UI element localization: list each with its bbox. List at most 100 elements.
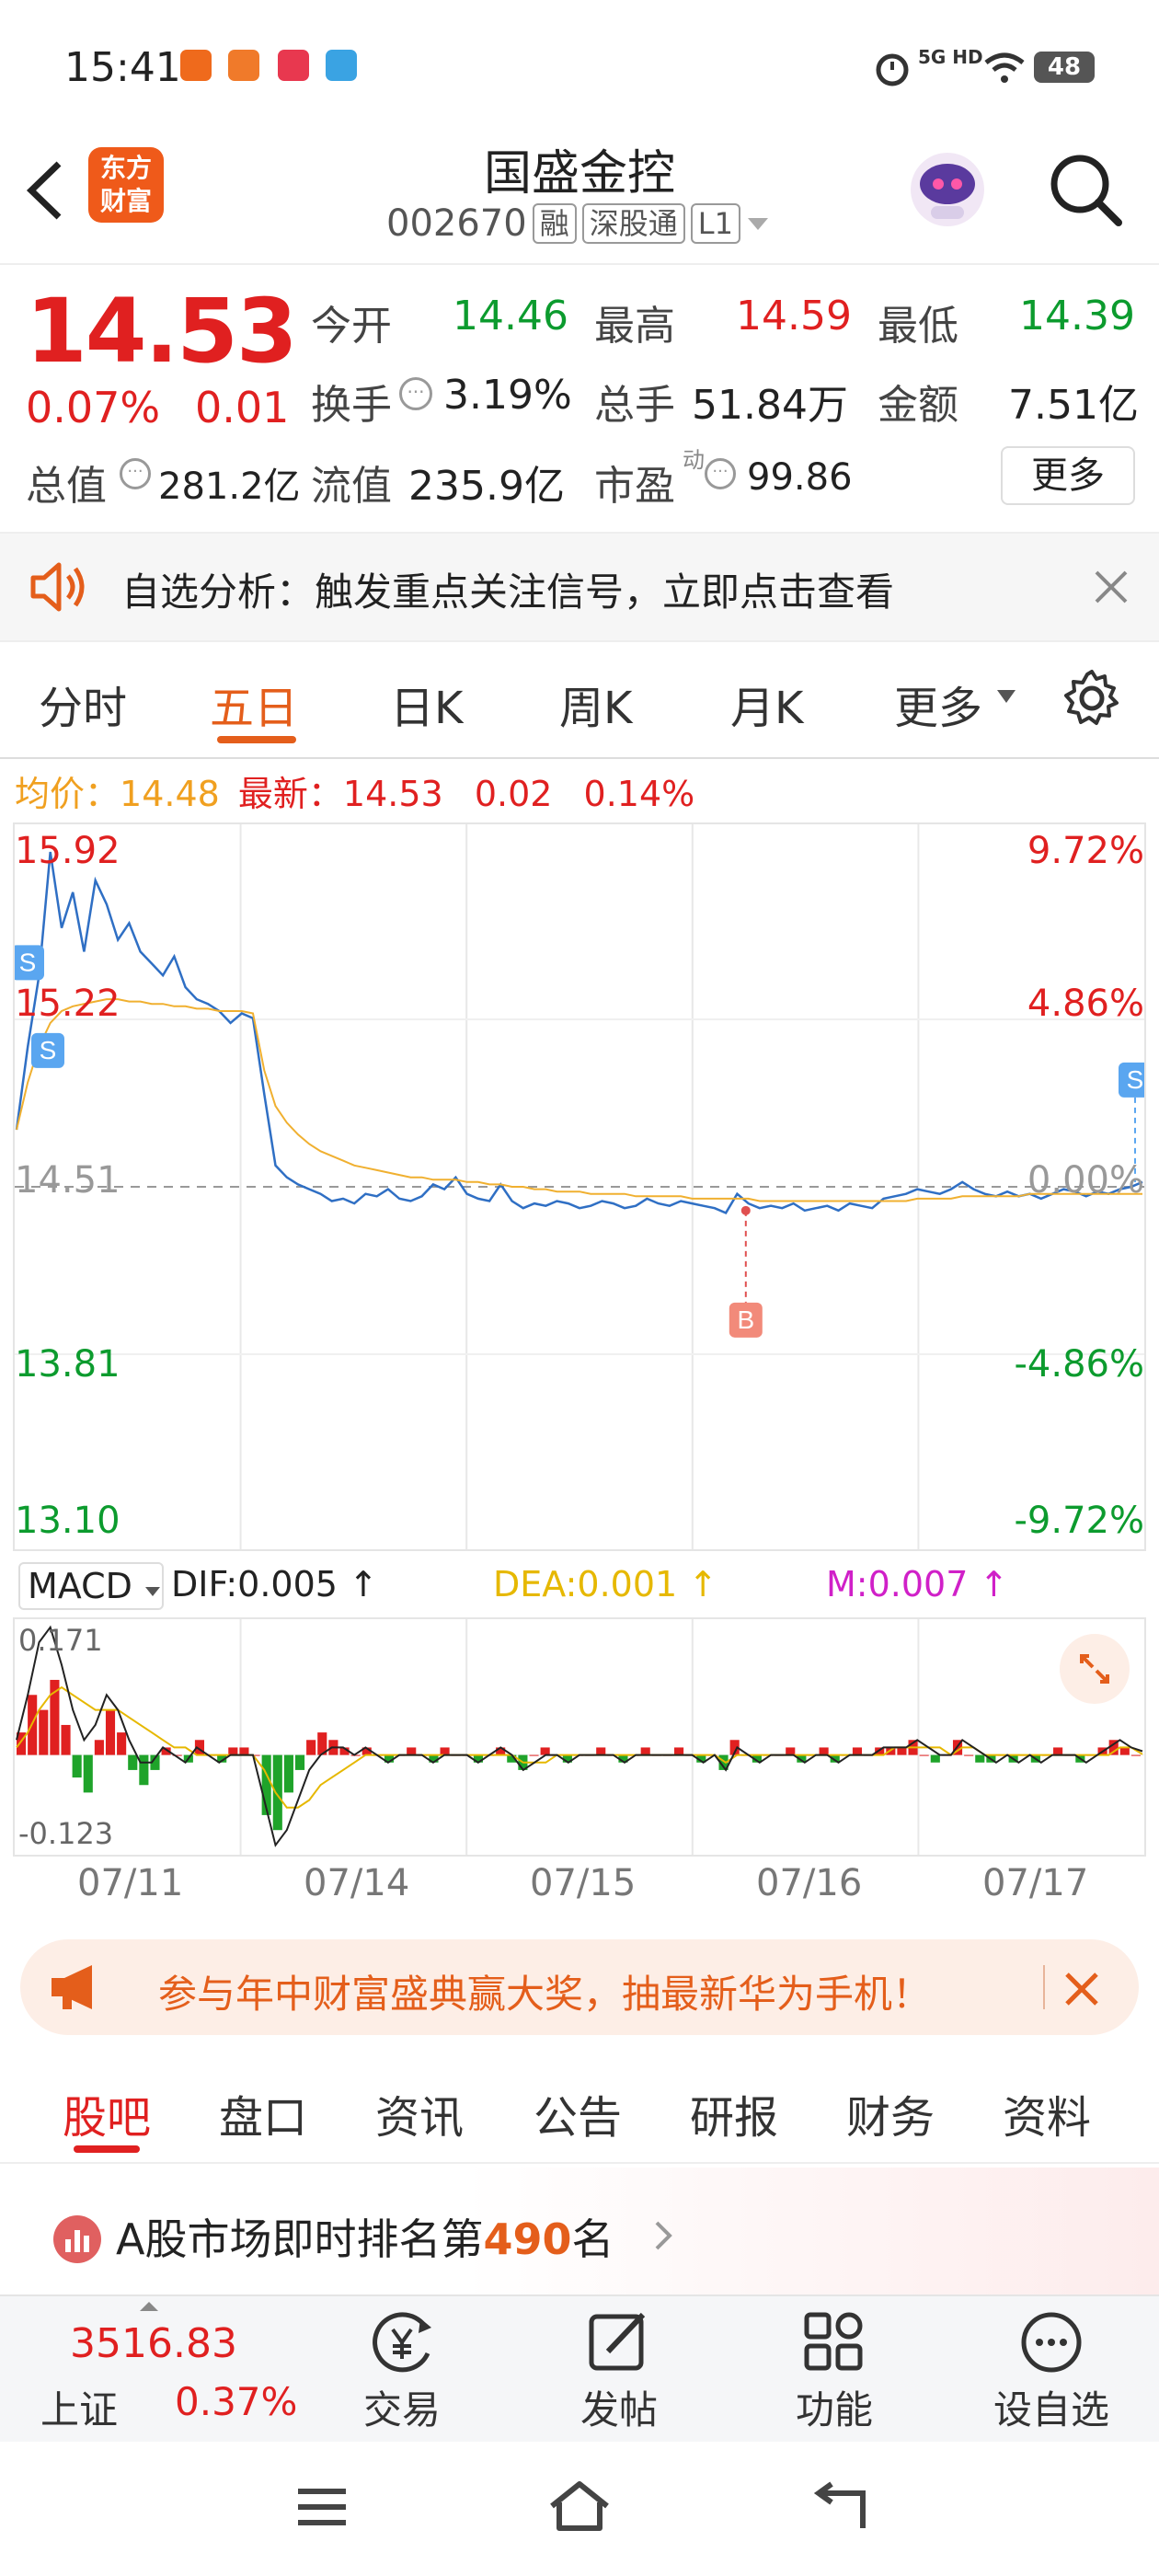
info-dots-icon[interactable]: ···	[705, 458, 736, 489]
post-label[interactable]: 发帖	[550, 2379, 688, 2435]
info-dots-icon[interactable]: ···	[120, 458, 151, 489]
post-button[interactable]	[550, 2306, 688, 2383]
caret-down-icon[interactable]	[746, 214, 770, 233]
macd-bar-negative	[139, 1754, 149, 1786]
y-label-right-4: -4.86%	[1014, 1343, 1144, 1386]
macd-bar-positive	[61, 1724, 71, 1755]
add-watchlist-button[interactable]	[982, 2306, 1120, 2383]
volume-value: 51.84万	[692, 382, 848, 429]
tab-announcements[interactable]: 公告	[534, 2081, 622, 2145]
macd-dea-value: DEA:0.001	[493, 1564, 678, 1604]
functions-button[interactable]	[765, 2306, 903, 2383]
macd-bar-positive	[306, 1740, 316, 1755]
tab-forum[interactable]: 股吧	[63, 2081, 151, 2145]
tab-news[interactable]: 资讯	[375, 2081, 464, 2145]
macd-bar-positive	[117, 1732, 127, 1755]
robot-assistant-icon[interactable]	[903, 145, 992, 234]
macd-bar-positive	[964, 1754, 974, 1756]
megaphone-icon	[52, 1965, 92, 2009]
avg-price-value: 14.48	[120, 774, 220, 814]
macd-bar-positive	[1130, 1754, 1141, 1756]
y-label-left-mid: 14.51	[15, 1159, 120, 1202]
alarm-icon	[876, 53, 909, 86]
macd-m-value: M:0.007	[826, 1564, 969, 1604]
macd-bar-positive	[407, 1747, 417, 1755]
promo-banner-text[interactable]: 参与年中财富盛典赢大奖，抽最新华为手机！	[158, 1963, 931, 2019]
tab-weekly-k[interactable]: 周K	[559, 672, 632, 736]
caret-down-icon[interactable]	[995, 688, 1017, 705]
y-label-right-mid: 0.00%	[1027, 1159, 1144, 1202]
chart-legend: 均价：14.48 最新：14.53 0.02 0.14%	[15, 765, 694, 816]
caret-down-icon	[145, 1587, 161, 1596]
open-value: 14.46	[453, 293, 568, 339]
price-chart[interactable]: S S B S 15.92 15.22 14.51 13.81 13.10 9.72%…	[13, 822, 1146, 1551]
tab-research[interactable]: 研报	[690, 2081, 778, 2145]
ranking-text[interactable]: A股市场即时排名第490名	[116, 2206, 614, 2267]
tab-order-book[interactable]: 盘口	[219, 2081, 307, 2145]
ranking-prefix: A股市场即时排名第	[116, 2214, 484, 2264]
active-subtab-indicator	[74, 2145, 140, 2153]
dif-line	[16, 1625, 1143, 1847]
menu-icon[interactable]	[294, 2484, 350, 2530]
index-change[interactable]: 0.37%	[175, 2379, 297, 2424]
status-time: 15:41	[64, 44, 181, 91]
macd-header: MACD DIF:0.005 ↑ DEA:0.001 ↑ M:0.007 ↑	[13, 1555, 1146, 1617]
tab-monthly-k[interactable]: 月K	[730, 672, 803, 736]
alert-text[interactable]: 自选分析：触发重点关注信号，立即点击查看	[121, 561, 894, 617]
gear-icon[interactable]	[1061, 668, 1122, 729]
home-icon[interactable]	[546, 2478, 613, 2534]
index-name[interactable]: 上证	[40, 2379, 118, 2435]
tab-profile[interactable]: 资料	[1003, 2081, 1091, 2145]
indicator-select[interactable]: MACD	[18, 1562, 164, 1610]
tab-five-day[interactable]: 五日	[210, 672, 298, 736]
turnover-value: 3.19%	[443, 372, 572, 419]
tab-financials[interactable]: 财务	[846, 2081, 935, 2145]
app-notification-icon	[278, 50, 309, 81]
caret-up-icon[interactable]	[138, 2300, 160, 2313]
open-label: 今开	[311, 303, 392, 350]
macd-max-label: 0.171	[18, 1623, 103, 1658]
x-label-day-5: 07/17	[982, 1862, 1089, 1904]
more-quote-button[interactable]: 更多	[1001, 446, 1135, 505]
level-tag: L1	[690, 203, 740, 244]
back-icon[interactable]	[809, 2480, 868, 2534]
stock-code: 002670	[386, 202, 527, 245]
change-percent: 0.07%	[26, 383, 161, 432]
tab-intraday[interactable]: 分时	[39, 672, 127, 736]
sell-marker-label: S	[19, 948, 37, 976]
info-dots-icon[interactable]: ···	[399, 377, 432, 410]
ranking-number: 490	[483, 2214, 572, 2264]
macd-bar-positive	[1119, 1747, 1130, 1755]
low-label: 最低	[878, 303, 958, 350]
tab-daily-k[interactable]: 日K	[390, 672, 463, 736]
macd-bar-positive	[919, 1754, 929, 1756]
macd-bar-negative	[272, 1754, 282, 1831]
trade-button[interactable]	[333, 2306, 471, 2383]
close-icon[interactable]	[1063, 1971, 1100, 2007]
buy-marker-dot	[740, 1205, 751, 1215]
close-icon[interactable]	[1093, 569, 1130, 605]
macd-chart[interactable]: 0.171 -0.123	[13, 1617, 1146, 1857]
add-watchlist-label[interactable]: 设自选	[982, 2379, 1120, 2435]
trade-label[interactable]: 交易	[333, 2379, 471, 2435]
macd-bar-negative	[294, 1754, 305, 1770]
chevron-right-icon[interactable]	[651, 2219, 673, 2252]
macd-bar-positive	[596, 1747, 606, 1755]
market-cap-value: 281.2亿	[158, 466, 301, 508]
tab-more[interactable]: 更多	[894, 672, 982, 736]
amount-label: 金额	[878, 382, 958, 429]
macd-bar-positive	[105, 1709, 116, 1755]
price-chart-svg[interactable]: S S B S	[15, 824, 1144, 1549]
x-label-day-4: 07/16	[756, 1862, 863, 1904]
y-label-right-top: 9.72%	[1027, 830, 1144, 872]
ranking-suffix: 名	[571, 2214, 614, 2264]
functions-label[interactable]: 功能	[765, 2379, 903, 2435]
macd-bar-negative	[283, 1754, 293, 1793]
search-icon[interactable]	[1047, 151, 1124, 228]
macd-chart-svg[interactable]	[15, 1619, 1144, 1855]
expand-icon[interactable]	[1060, 1634, 1130, 1704]
index-value[interactable]: 3516.83	[70, 2320, 237, 2367]
pe-label: 市盈	[594, 463, 675, 510]
macd-bar-positive	[529, 1754, 539, 1756]
macd-bar-negative	[975, 1754, 985, 1763]
